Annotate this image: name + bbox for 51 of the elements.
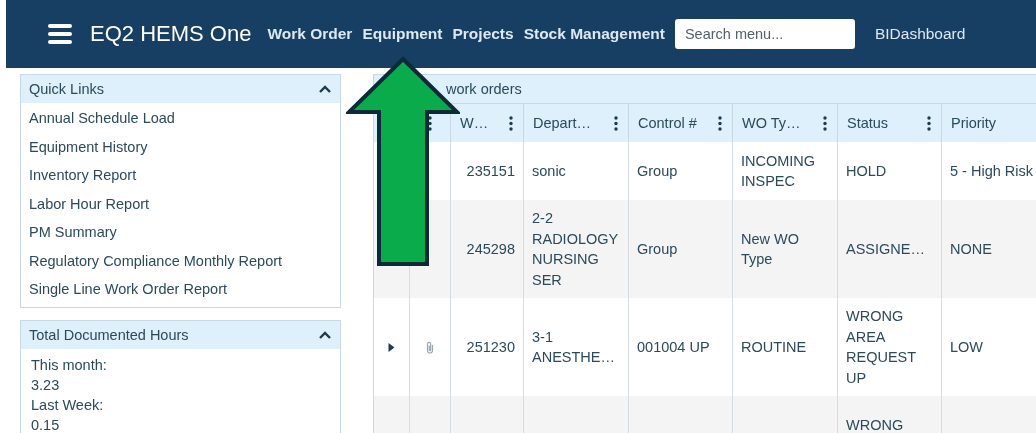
table-cell-text: ASSIGNE… <box>846 239 925 259</box>
panel-title: Quick Links <box>29 81 104 97</box>
nav-link[interactable]: Projects <box>452 25 514 43</box>
kebab-icon[interactable] <box>718 115 722 131</box>
menu-icon[interactable] <box>48 24 72 44</box>
quick-link[interactable]: Annual Schedule Load <box>29 104 340 133</box>
table-cell-text: sonic <box>532 161 566 181</box>
hours-text: 0.15 <box>31 415 61 433</box>
quick-link[interactable]: Single Line Work Order Report <box>29 275 340 304</box>
chevron-icon[interactable] <box>319 85 331 93</box>
app-title: EQ2 HEMS One <box>90 21 252 47</box>
table-cell-text: WRONG AREA REQUEST UP <box>846 307 917 388</box>
quick-link[interactable]: Inventory Report <box>29 161 340 190</box>
panel-title: work orders <box>446 81 522 97</box>
table-cell-text: INCOMING INSPEC <box>741 151 817 191</box>
nav-link[interactable]: Stock Management <box>523 25 665 43</box>
table-cell-text: HOLD <box>846 161 887 181</box>
table-cell-text: 5 - High Risk <box>950 161 1033 181</box>
kebab-icon[interactable] <box>823 115 827 131</box>
table-cell-text: 251230 <box>466 337 515 357</box>
kebab-icon[interactable] <box>614 115 618 131</box>
table-cell-text: Group <box>637 239 678 259</box>
table-cell-text: WRONG <box>846 415 904 433</box>
kebab-icon[interactable] <box>428 115 432 131</box>
nav-link[interactable]: Equipment <box>362 25 443 43</box>
hours-text: 3.23 <box>31 375 61 395</box>
table-cell-text: 3-1 ANESTHE… <box>532 327 616 367</box>
quick-link[interactable]: PM Summary <box>29 218 340 247</box>
quick-link[interactable]: Labor Hour Report <box>29 189 340 218</box>
panel-title: Total Documented Hours <box>29 326 189 343</box>
hours-text: This month: <box>31 355 108 375</box>
kebab-icon[interactable] <box>927 115 931 131</box>
table-cell-text: 001004 UP <box>637 337 710 357</box>
table-cell-text: LOW <box>950 337 984 357</box>
table-cell-text: 245298 <box>466 239 515 259</box>
expand-icon[interactable] <box>387 342 396 352</box>
chevron-icon[interactable] <box>319 330 331 339</box>
table-cell-text: ROUTINE <box>741 337 807 357</box>
table-cell-text: NONE <box>950 239 992 259</box>
nav-link[interactable]: BIDashboard <box>874 25 966 43</box>
quick-link[interactable]: Regulatory Compliance Monthly Report <box>29 246 340 275</box>
nav-link[interactable]: Work Order <box>267 25 353 43</box>
table-cell-text: 235151 <box>466 161 515 181</box>
table-cell-text: New WO Type <box>741 229 800 269</box>
hours-text: Last Week: <box>31 395 105 415</box>
kebab-icon[interactable] <box>509 115 513 131</box>
table-cell-text: Group <box>637 161 678 181</box>
paperclip-icon[interactable] <box>426 340 434 354</box>
search-field[interactable]: Search menu... <box>674 19 855 49</box>
table-cell-text: 2-2 RADIOLOGY NURSING SER <box>532 209 619 290</box>
quick-link[interactable]: Equipment History <box>29 132 340 161</box>
